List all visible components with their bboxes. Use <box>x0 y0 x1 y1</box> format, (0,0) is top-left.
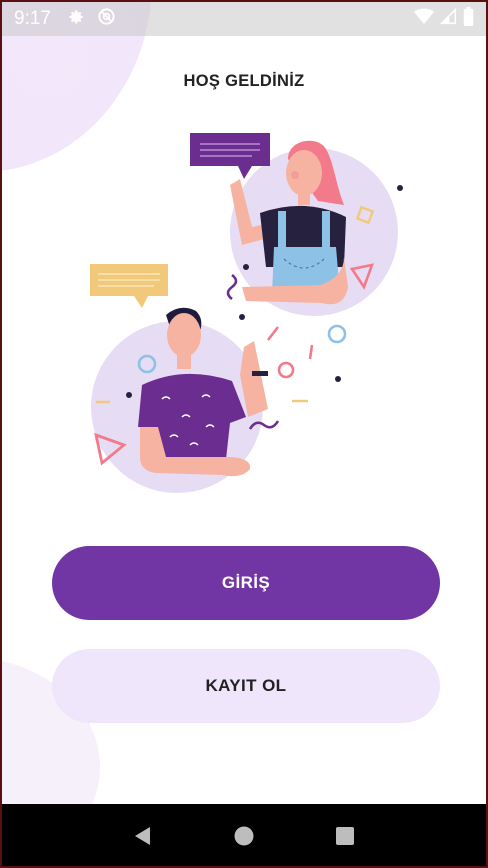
page-title: HOŞ GELDİNİZ <box>183 72 305 90</box>
sync-icon <box>97 7 116 31</box>
app-screen: 9:17 HOŞ GELDİNİZ GİRİŞ KAYIT OL <box>0 0 488 868</box>
register-button[interactable]: KAYIT OL <box>52 649 440 723</box>
gear-icon <box>67 8 85 31</box>
battery-icon <box>463 7 474 31</box>
two-people-chatting-illustration <box>82 127 412 497</box>
home-icon[interactable] <box>224 816 264 856</box>
signal-icon <box>439 7 457 30</box>
wifi-icon <box>414 8 434 30</box>
login-button[interactable]: GİRİŞ <box>52 546 440 620</box>
status-icons-left <box>67 7 116 31</box>
status-time: 9:17 <box>14 8 51 29</box>
navigation-bar <box>2 804 486 866</box>
recents-icon[interactable] <box>325 816 365 856</box>
back-icon[interactable] <box>123 816 163 856</box>
status-icons-right <box>414 7 474 31</box>
status-bar: 9:17 <box>2 2 486 36</box>
